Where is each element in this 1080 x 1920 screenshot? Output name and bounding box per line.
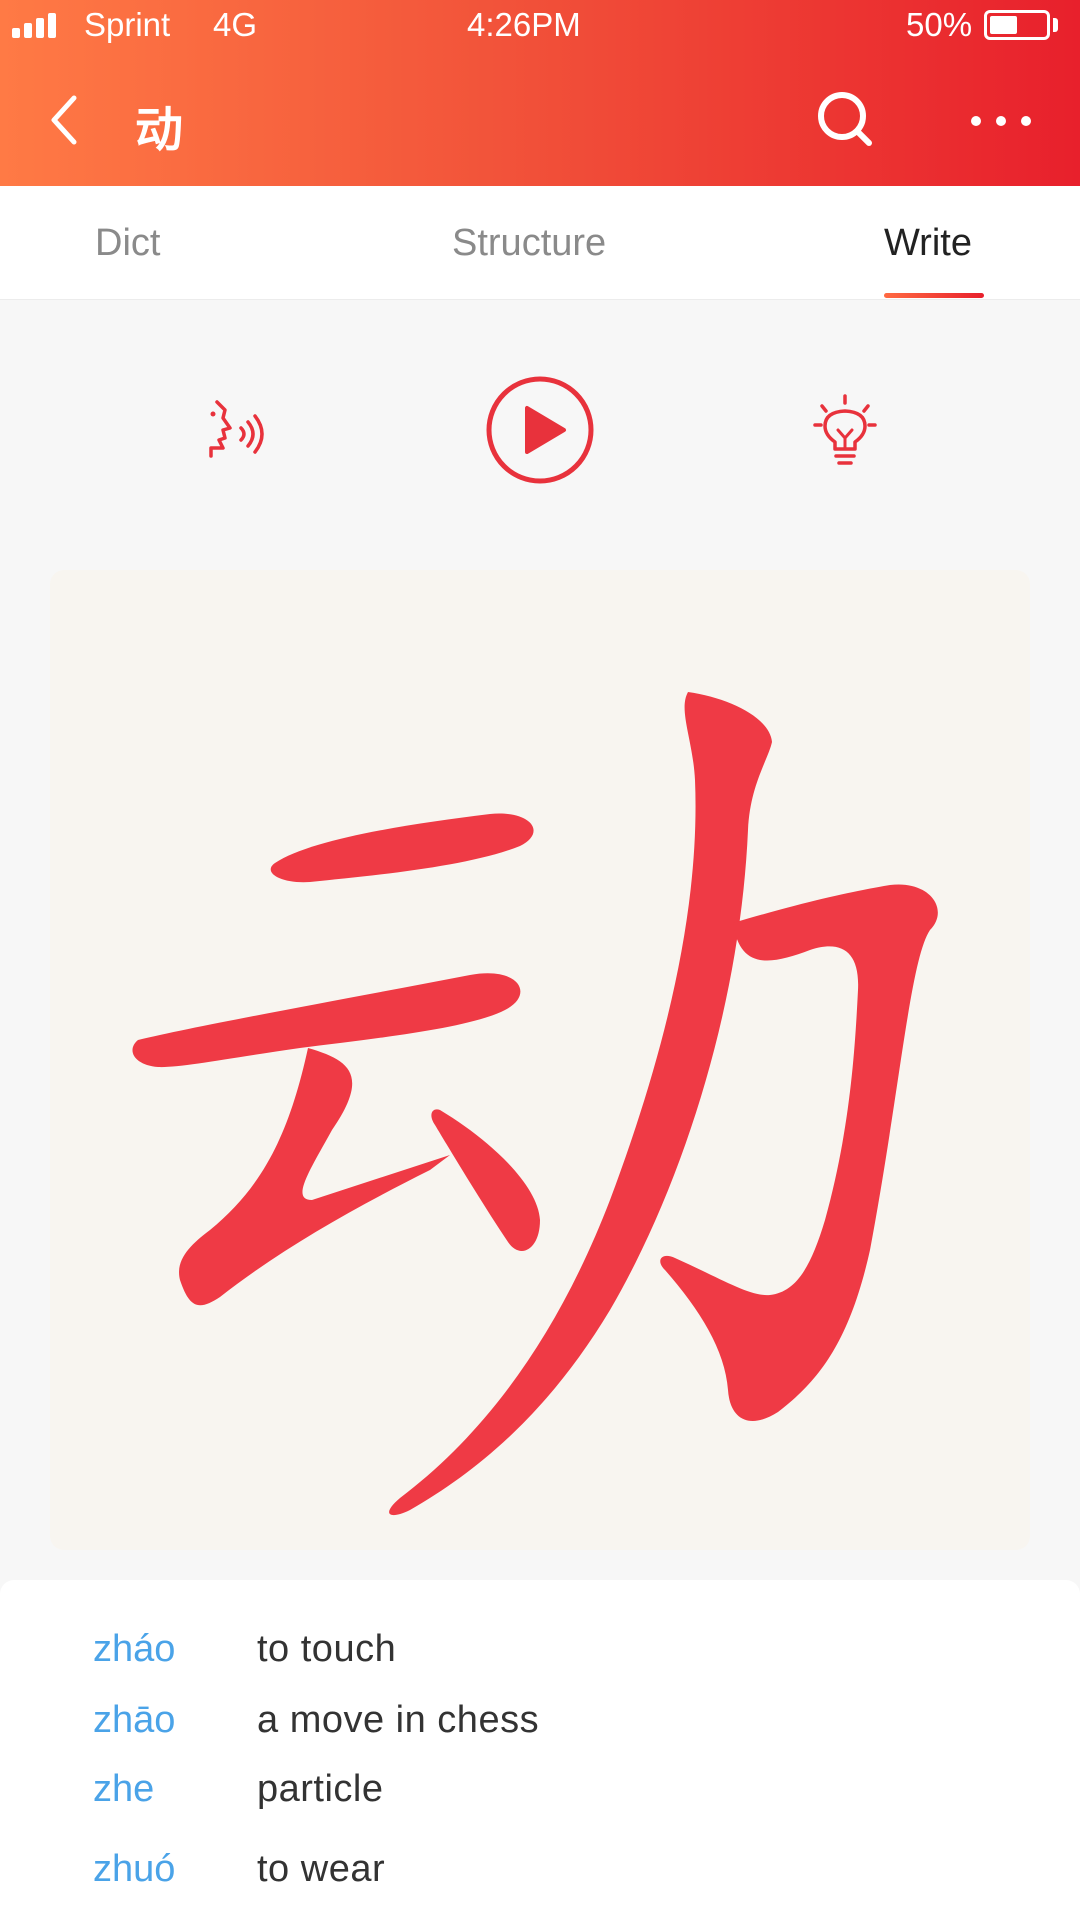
pronounce-button[interactable]: [203, 398, 269, 468]
writing-canvas[interactable]: [50, 570, 1030, 1550]
back-button[interactable]: [38, 92, 94, 148]
pinyin-text: zhāo: [93, 1699, 176, 1741]
meaning-text: to touch: [257, 1628, 397, 1670]
status-time: 4:26PM: [467, 6, 581, 43]
meaning-text: to wear: [257, 1848, 386, 1890]
carrier-name: Sprint: [84, 6, 171, 43]
app-header: Sprint 4G 4:26PM 50% 动: [0, 0, 1080, 186]
stroke-top-horizontal: [270, 813, 534, 883]
more-dots-icon: [971, 116, 1031, 126]
list-item: zhāo a move in chess: [0, 1699, 1080, 1759]
stroke-left-turn: [179, 1048, 450, 1306]
search-icon: [818, 92, 872, 146]
meaning-text: particle: [257, 1768, 384, 1810]
pinyin-text: zháo: [93, 1628, 176, 1670]
tab-bar: Dict Structure Write: [0, 186, 1080, 300]
meanings-list: zháo to touch zhāo a move in chess zhe p…: [0, 1580, 1080, 1920]
hint-button[interactable]: [812, 394, 878, 472]
active-tab-indicator: [884, 293, 984, 298]
pinyin-text: zhuó: [93, 1848, 176, 1890]
list-item: zhuó to wear: [0, 1848, 1080, 1908]
battery-level-fill: [990, 16, 1017, 34]
search-button[interactable]: [814, 88, 878, 152]
list-item: zháo to touch: [0, 1628, 1080, 1688]
tab-write[interactable]: Write: [884, 222, 972, 265]
tab-dict[interactable]: Dict: [95, 222, 160, 265]
stroke-vertical-sweep: [389, 692, 772, 1516]
status-bar: Sprint 4G 4:26PM 50%: [0, 0, 1080, 52]
meaning-text: a move in chess: [257, 1699, 540, 1741]
more-button[interactable]: [966, 106, 1036, 136]
speaking-head-icon: [209, 400, 264, 458]
writing-toolbar: [0, 300, 1080, 540]
character-glyph-strokes: [132, 692, 938, 1516]
network-type: 4G: [213, 6, 258, 43]
pinyin-text: zhe: [93, 1768, 155, 1810]
list-item: zhe particle: [0, 1768, 1080, 1828]
stroke-middle-horizontal: [132, 973, 521, 1068]
battery-tip: [1053, 18, 1058, 32]
chevron-left-icon: [51, 95, 77, 145]
battery-icon: [984, 10, 1050, 40]
play-stroke-animation-button[interactable]: [484, 374, 596, 486]
stroke-dot: [431, 1109, 540, 1251]
character-strokes: [132, 692, 938, 1516]
battery-percent: 50%: [906, 6, 973, 43]
page-title: 动: [135, 102, 184, 158]
play-circle-icon: [486, 376, 594, 484]
signal-strength-icon: [12, 12, 56, 38]
tab-structure[interactable]: Structure: [452, 222, 606, 265]
nav-bar: 动: [0, 52, 1080, 186]
lightbulb-icon: [813, 394, 877, 465]
